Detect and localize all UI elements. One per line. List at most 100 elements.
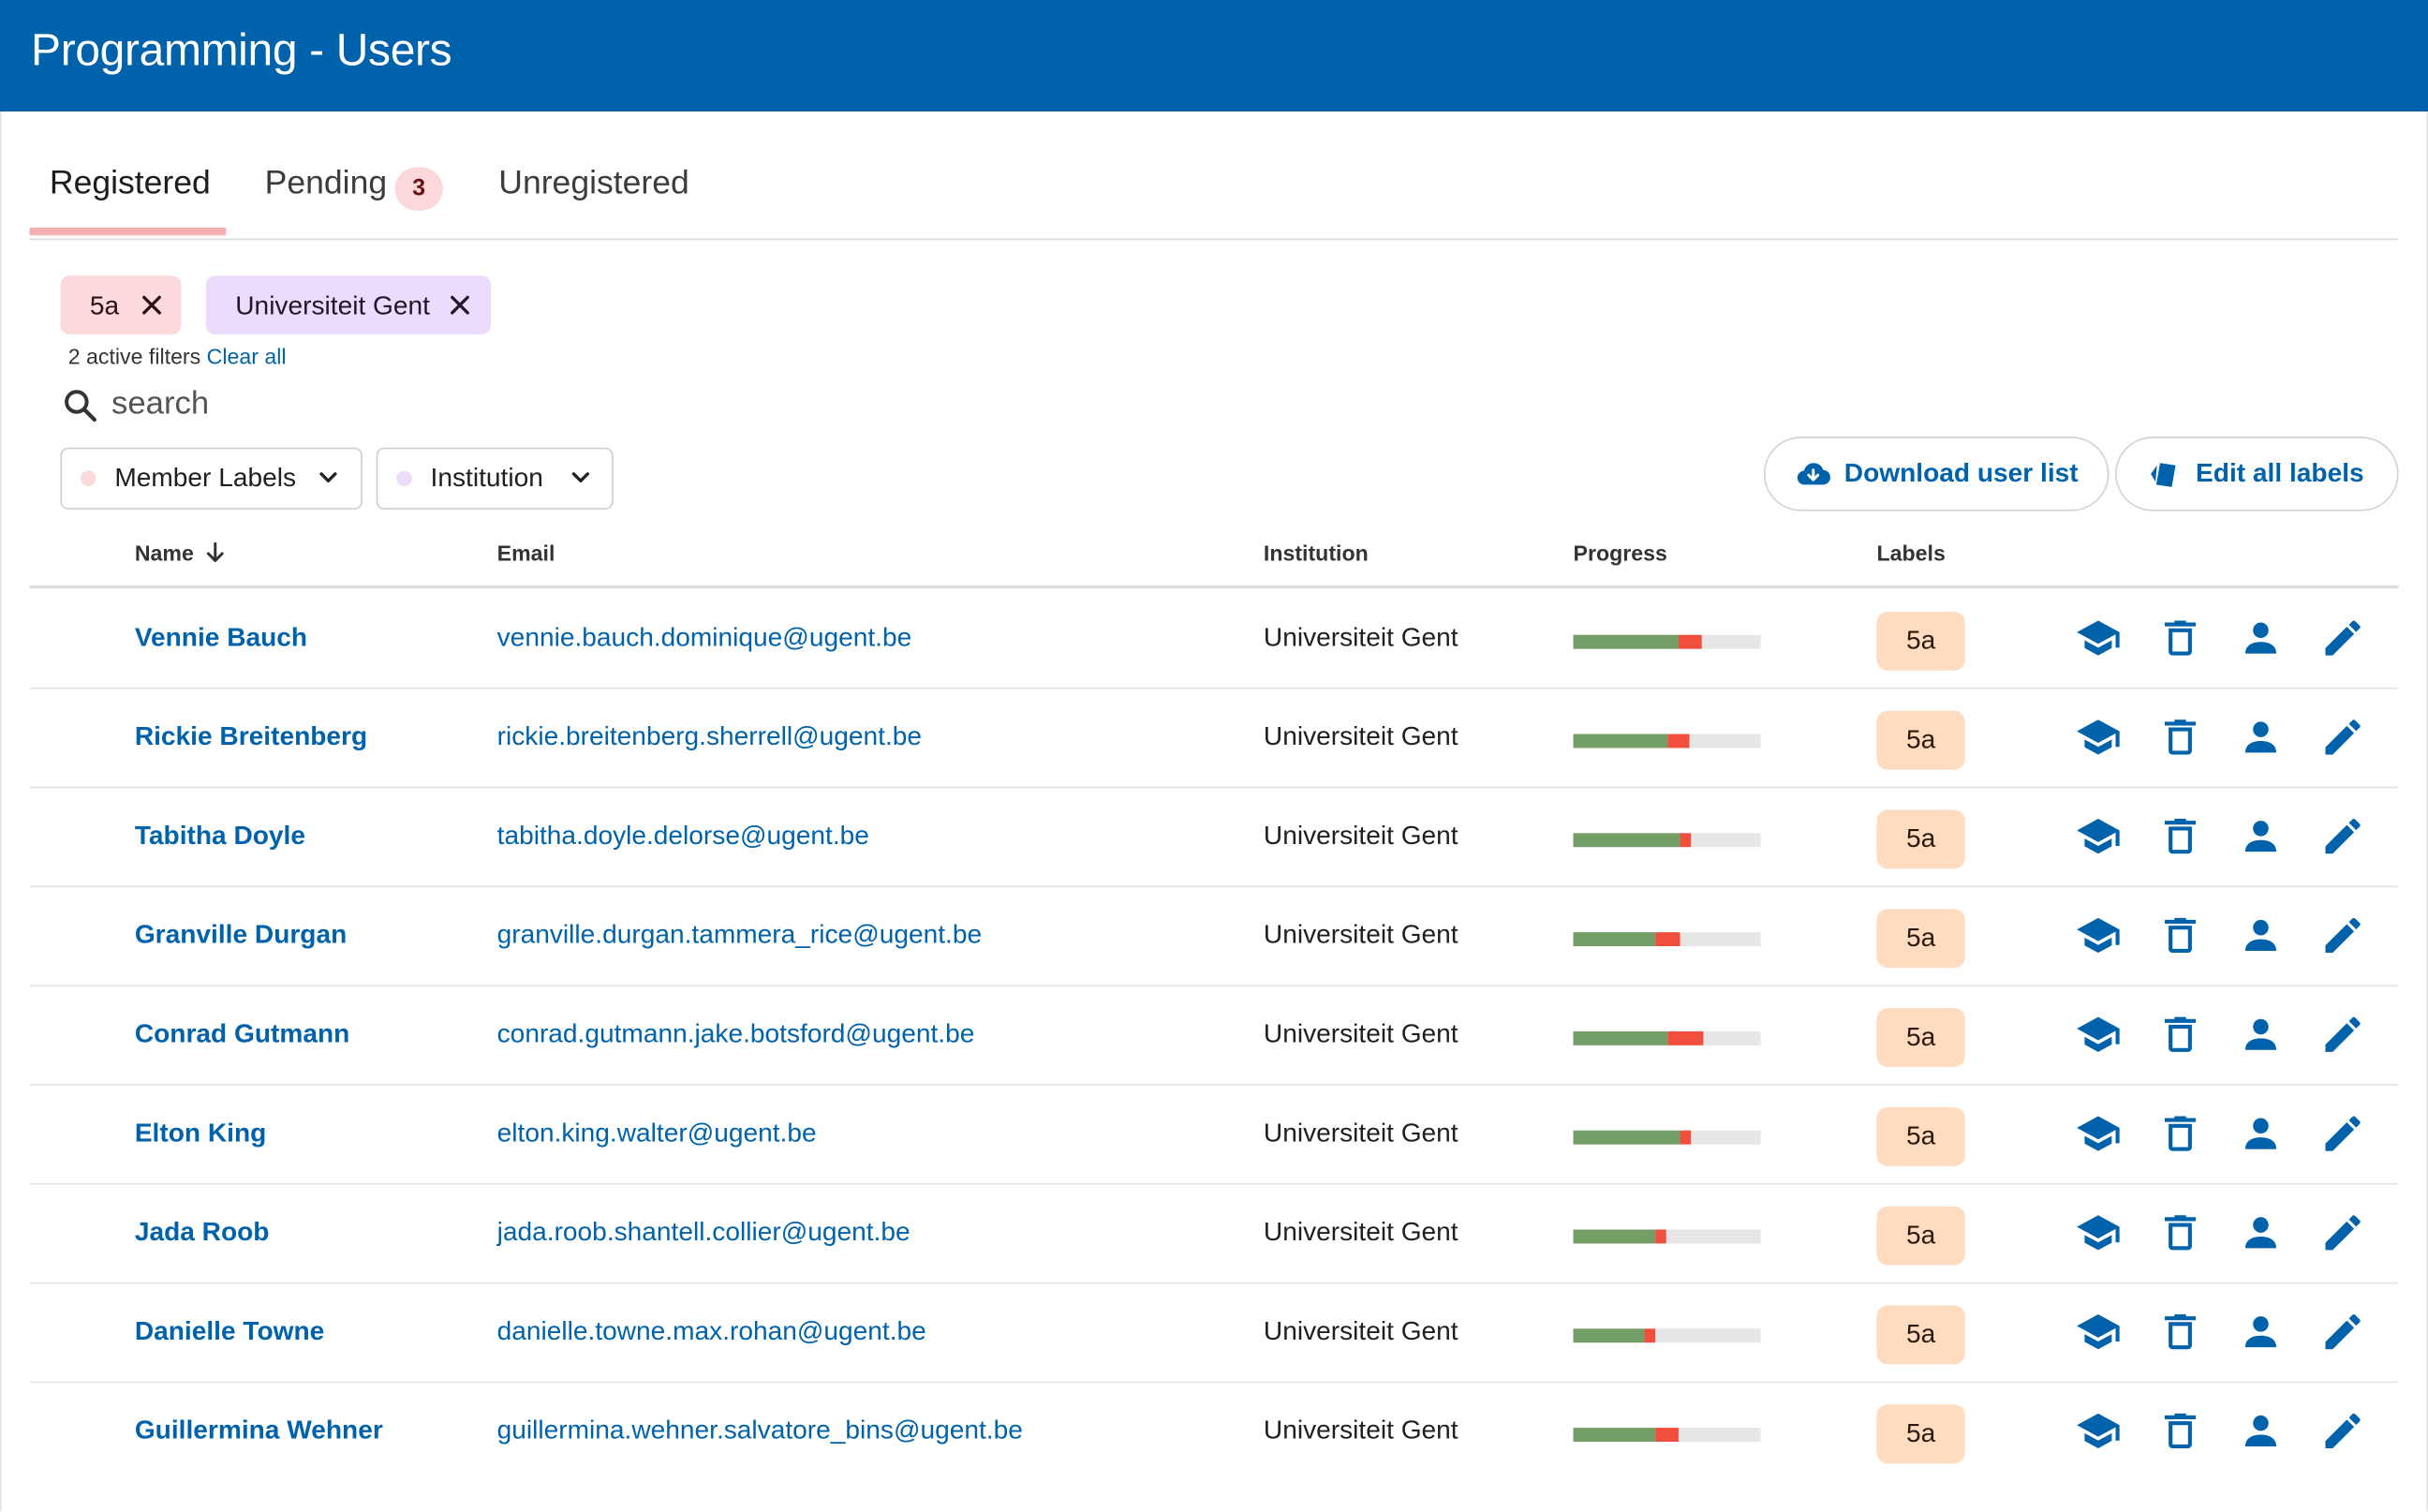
close-icon[interactable] xyxy=(140,292,164,317)
school-button[interactable] xyxy=(2075,912,2122,959)
user-email-link[interactable]: vennie.bauch.dominique@ugent.be xyxy=(497,623,912,654)
member-labels-dropdown[interactable]: Member Labels xyxy=(60,447,363,510)
user-email-link[interactable]: jada.roob.shantell.collier@ugent.be xyxy=(497,1217,910,1248)
trash-button[interactable] xyxy=(2157,813,2204,860)
pencil-icon xyxy=(2325,1116,2361,1151)
user-name-link[interactable]: Guillermina Wehner xyxy=(135,1416,383,1446)
trash-button[interactable] xyxy=(2157,1011,2204,1058)
trash-icon xyxy=(2164,1215,2197,1251)
user-name-link[interactable]: Vennie Bauch xyxy=(135,623,307,654)
trash-button[interactable] xyxy=(2157,1110,2204,1157)
trash-button[interactable] xyxy=(2157,714,2204,761)
user-email-link[interactable]: conrad.gutmann.jake.botsford@ugent.be xyxy=(497,1019,975,1050)
progress-wrong-segment xyxy=(1666,1030,1703,1045)
trash-button[interactable] xyxy=(2157,912,2204,959)
column-header-email: Email xyxy=(496,540,555,566)
edit-all-labels-button[interactable]: Edit all labels xyxy=(2115,437,2399,511)
table-row: Tabitha Doyle tabitha.doyle.delorse@ugent… xyxy=(29,787,2399,888)
school-button[interactable] xyxy=(2075,1110,2122,1157)
user-email-link[interactable]: granville.durgan.tammera_rice@ugent.be xyxy=(497,920,982,951)
progress-wrong-segment xyxy=(1655,932,1680,947)
institution-dropdown[interactable]: Institution xyxy=(376,447,614,510)
person-icon xyxy=(2244,919,2276,951)
school-icon xyxy=(2077,1314,2120,1350)
progress-wrong-segment xyxy=(1680,1130,1692,1145)
search-input[interactable] xyxy=(108,380,518,428)
pencil-button[interactable] xyxy=(2319,813,2366,860)
label-badge: 5a xyxy=(1876,1206,1965,1266)
pencil-button[interactable] xyxy=(2319,1209,2366,1256)
school-button[interactable] xyxy=(2075,615,2122,661)
user-name-link[interactable]: Tabitha Doyle xyxy=(135,821,305,852)
person-button[interactable] xyxy=(2238,714,2285,761)
user-name-link[interactable]: Jada Roob xyxy=(135,1217,270,1248)
school-button[interactable] xyxy=(2075,714,2122,761)
column-header-name[interactable]: Name xyxy=(135,541,227,565)
clear-all-link[interactable]: Clear all xyxy=(207,344,287,368)
school-icon xyxy=(2077,917,2120,954)
pencil-icon xyxy=(2325,1314,2361,1350)
user-name-link[interactable]: Granville Durgan xyxy=(135,920,347,951)
progress-correct-segment xyxy=(1573,734,1667,749)
search-bar xyxy=(62,380,526,428)
person-button[interactable] xyxy=(2238,813,2285,860)
user-email-link[interactable]: tabitha.doyle.delorse@ugent.be xyxy=(497,821,869,852)
user-name-link[interactable]: Rickie Breitenberg xyxy=(135,721,367,752)
pencil-button[interactable] xyxy=(2319,1309,2366,1356)
chevron-down-icon xyxy=(571,472,589,482)
tab-unregistered[interactable]: Unregistered xyxy=(479,142,711,235)
download-user-list-button[interactable]: Download user list xyxy=(1763,437,2110,511)
school-button[interactable] xyxy=(2075,1408,2122,1455)
progress-bar xyxy=(1573,833,1761,848)
user-name-link[interactable]: Elton King xyxy=(135,1119,266,1149)
user-institution: Universiteit Gent xyxy=(1263,1415,1458,1445)
person-button[interactable] xyxy=(2238,1011,2285,1058)
person-button[interactable] xyxy=(2238,1408,2285,1455)
label-badge: 5a xyxy=(1876,909,1965,969)
progress-correct-segment xyxy=(1573,1030,1667,1045)
trash-button[interactable] xyxy=(2157,1408,2204,1455)
school-button[interactable] xyxy=(2075,1309,2122,1356)
pencil-icon xyxy=(2325,1016,2361,1052)
progress-correct-segment xyxy=(1573,1328,1645,1343)
pencil-button[interactable] xyxy=(2319,714,2366,761)
user-email-link[interactable]: guillermina.wehner.salvatore_bins@ugent.… xyxy=(497,1416,1023,1446)
pencil-button[interactable] xyxy=(2319,1110,2366,1157)
trash-icon xyxy=(2164,1413,2197,1449)
column-header-labels: Labels xyxy=(1876,540,1946,566)
label-badge: 5a xyxy=(1876,710,1965,770)
person-button[interactable] xyxy=(2238,1110,2285,1157)
user-email-link[interactable]: danielle.towne.max.rohan@ugent.be xyxy=(497,1316,926,1347)
person-button[interactable] xyxy=(2238,912,2285,959)
user-name-link[interactable]: Danielle Towne xyxy=(135,1316,324,1347)
close-icon[interactable] xyxy=(448,292,472,317)
institution-dot xyxy=(396,470,412,487)
progress-wrong-segment xyxy=(1678,634,1703,649)
pencil-button[interactable] xyxy=(2319,1011,2366,1058)
person-button[interactable] xyxy=(2238,615,2285,661)
school-button[interactable] xyxy=(2075,1209,2122,1256)
label-tag-icon xyxy=(2151,463,2176,487)
download-user-list-label: Download user list xyxy=(1843,458,2079,488)
trash-button[interactable] xyxy=(2157,615,2204,661)
user-institution: Universiteit Gent xyxy=(1263,919,1458,950)
user-email-link[interactable]: rickie.breitenberg.sherrell@ugent.be xyxy=(497,721,922,752)
pencil-button[interactable] xyxy=(2319,912,2366,959)
pencil-button[interactable] xyxy=(2319,615,2366,661)
table-row: Jada Roob jada.roob.shantell.collier@ugen… xyxy=(29,1183,2399,1284)
progress-bar xyxy=(1573,1428,1761,1442)
person-button[interactable] xyxy=(2238,1309,2285,1356)
progress-bar xyxy=(1573,932,1761,947)
school-button[interactable] xyxy=(2075,1011,2122,1058)
trash-button[interactable] xyxy=(2157,1309,2204,1356)
user-email-link[interactable]: elton.king.walter@ugent.be xyxy=(497,1119,817,1149)
trash-button[interactable] xyxy=(2157,1209,2204,1256)
left-border xyxy=(0,111,2,1512)
school-icon xyxy=(2077,1413,2120,1449)
person-button[interactable] xyxy=(2238,1209,2285,1256)
tab-pending[interactable]: Pending 3 xyxy=(246,142,463,235)
user-name-link[interactable]: Conrad Gutmann xyxy=(135,1019,350,1050)
tab-registered[interactable]: Registered xyxy=(29,142,227,236)
pencil-button[interactable] xyxy=(2319,1408,2366,1455)
school-button[interactable] xyxy=(2075,813,2122,860)
